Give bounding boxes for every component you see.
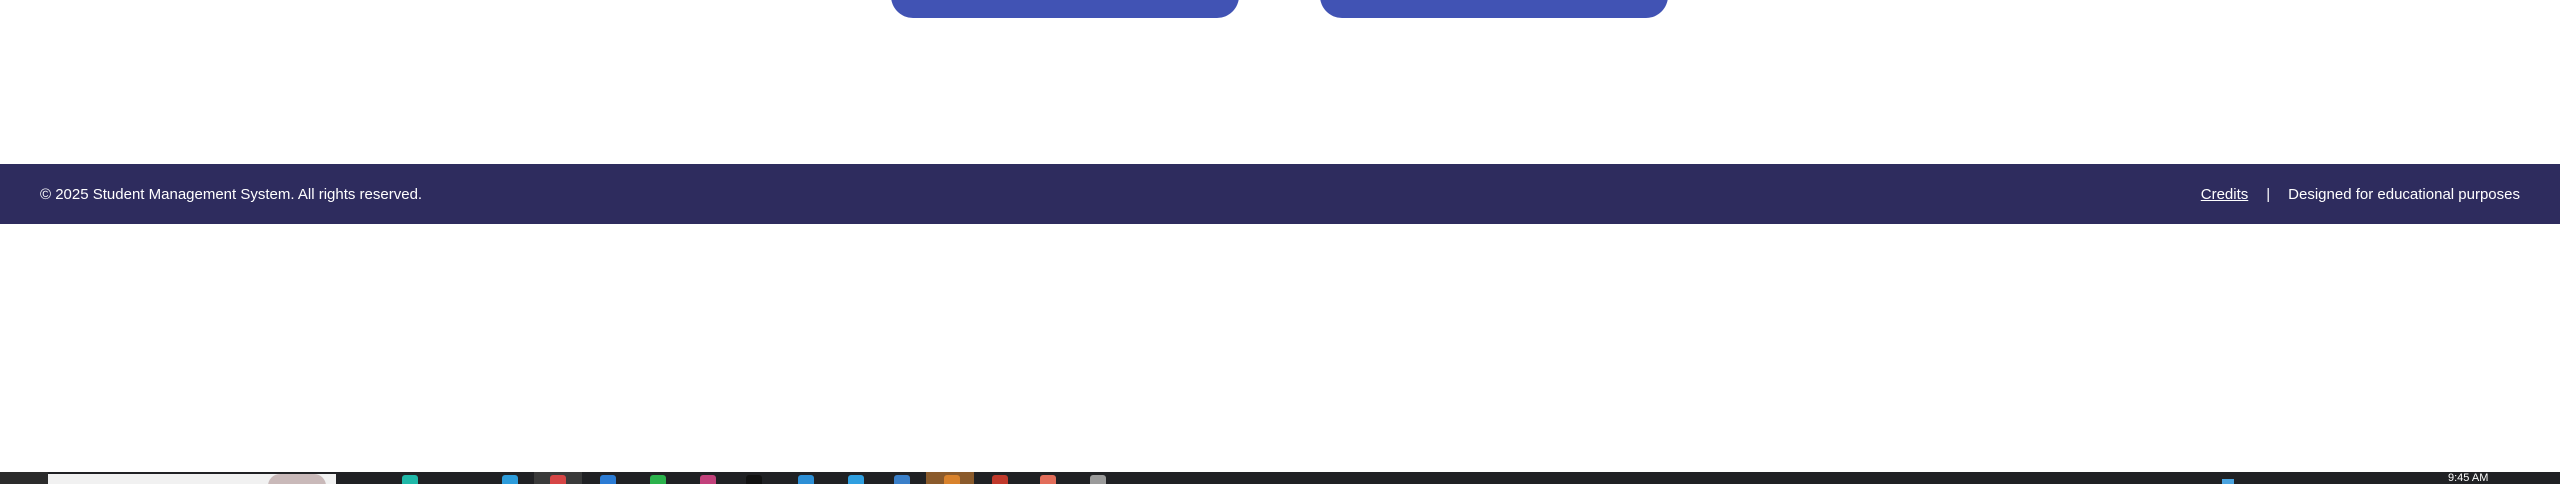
file-explorer-icon[interactable] bbox=[502, 475, 518, 484]
page: © 2025 Student Management System. All ri… bbox=[0, 0, 2560, 484]
opera-icon[interactable] bbox=[550, 475, 566, 484]
action-button-right[interactable] bbox=[1320, 0, 1668, 18]
taskbar-clock: 9:45 AM bbox=[2448, 472, 2489, 484]
footer-copyright: © 2025 Student Management System. All ri… bbox=[40, 185, 423, 203]
tray-icon[interactable] bbox=[2222, 479, 2234, 484]
app-icon[interactable] bbox=[1040, 475, 1056, 484]
start-button[interactable] bbox=[0, 472, 48, 484]
footer-tagline: Designed for educational purposes bbox=[2288, 185, 2520, 203]
app-icon[interactable] bbox=[944, 475, 960, 484]
app-icon[interactable] bbox=[992, 475, 1008, 484]
app-icon[interactable] bbox=[894, 475, 910, 484]
vscode-icon[interactable] bbox=[798, 475, 814, 484]
search-highlight-image bbox=[268, 474, 326, 484]
edge-icon[interactable] bbox=[600, 475, 616, 484]
app-icon[interactable] bbox=[1090, 475, 1106, 484]
terminal-icon[interactable] bbox=[746, 475, 762, 484]
action-button-left[interactable] bbox=[891, 0, 1239, 18]
os-taskbar: 9:45 AM bbox=[0, 472, 2560, 484]
app-icon[interactable] bbox=[848, 475, 864, 484]
credits-link[interactable]: Credits bbox=[2201, 186, 2249, 203]
footer-separator: | bbox=[2266, 185, 2271, 203]
chrome-icon[interactable] bbox=[402, 475, 418, 484]
site-footer: © 2025 Student Management System. All ri… bbox=[0, 164, 2560, 224]
footer-right: Credits | Designed for educational purpo… bbox=[2201, 186, 2520, 203]
app-icon[interactable] bbox=[700, 475, 716, 484]
spotify-icon[interactable] bbox=[650, 475, 666, 484]
